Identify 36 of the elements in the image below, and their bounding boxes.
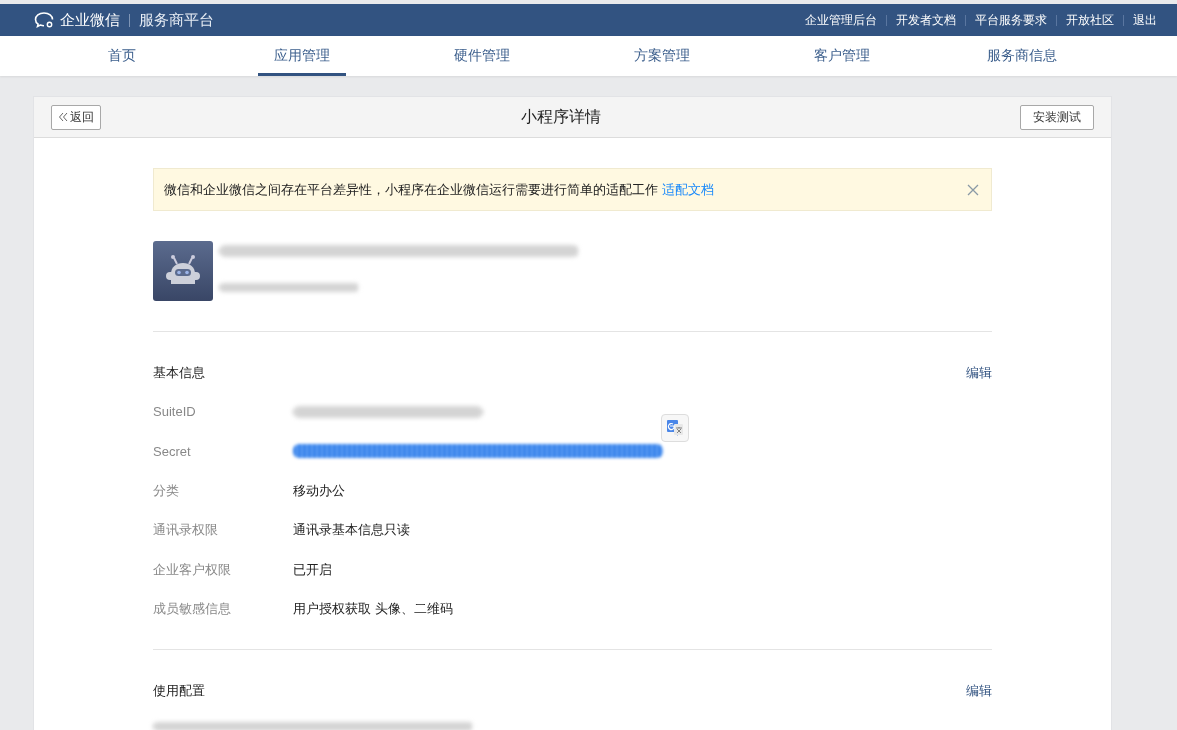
robot-avatar-icon — [153, 241, 213, 301]
close-icon[interactable] — [967, 183, 979, 196]
field-value: 用户授权获取 头像、二维码 — [293, 600, 453, 619]
edit-link[interactable]: 编辑 — [966, 682, 992, 700]
field-value: 移动办公 — [293, 481, 345, 500]
platform-name: 服务商平台 — [139, 10, 214, 30]
translate-icon[interactable] — [661, 413, 689, 442]
brand-name: 企业微信 — [60, 10, 120, 30]
chat-bubble-icon — [34, 11, 56, 29]
back-button[interactable]: 返回 — [51, 104, 101, 130]
page-title: 小程序详情 — [520, 106, 601, 127]
nav-tab[interactable]: 服务商信息 — [971, 36, 1073, 76]
nav-tab[interactable]: 首页 — [92, 36, 152, 76]
edit-link[interactable]: 编辑 — [966, 364, 992, 382]
top-link[interactable]: 平台服务要求 — [975, 11, 1047, 29]
field-label: 成员敏感信息 — [153, 600, 232, 619]
field-label: Secret — [153, 443, 192, 459]
field-value: 已开启 — [293, 560, 332, 579]
install-test-button[interactable]: 安装测试 — [1020, 104, 1094, 130]
field-label: 分类 — [153, 481, 180, 500]
nav-tab[interactable]: 应用管理 — [258, 36, 346, 76]
notice-text: 微信和企业微信之间存在平台差异性，小程序在企业微信运行需要进行简单的适配工作 — [164, 181, 658, 197]
section-title: 使用配置 — [153, 682, 205, 700]
field-label: 通讯录权限 — [153, 521, 219, 540]
field-label: SuiteID — [153, 404, 197, 420]
section-title: 基本信息 — [153, 364, 205, 382]
top-link[interactable]: 开放社区 — [1066, 11, 1114, 29]
double-chevron-icon — [58, 112, 68, 122]
nav-tab[interactable]: 方案管理 — [618, 36, 706, 76]
top-link[interactable]: 开发者文档 — [896, 11, 956, 29]
top-link[interactable]: 退出 — [1133, 11, 1157, 29]
top-link[interactable]: 企业管理后台 — [805, 11, 877, 29]
field-label: 企业客户权限 — [153, 560, 232, 579]
nav-tab[interactable]: 客户管理 — [798, 36, 886, 76]
field-value: 通讯录基本信息只读 — [293, 521, 410, 540]
nav-tab[interactable]: 硬件管理 — [438, 36, 526, 76]
